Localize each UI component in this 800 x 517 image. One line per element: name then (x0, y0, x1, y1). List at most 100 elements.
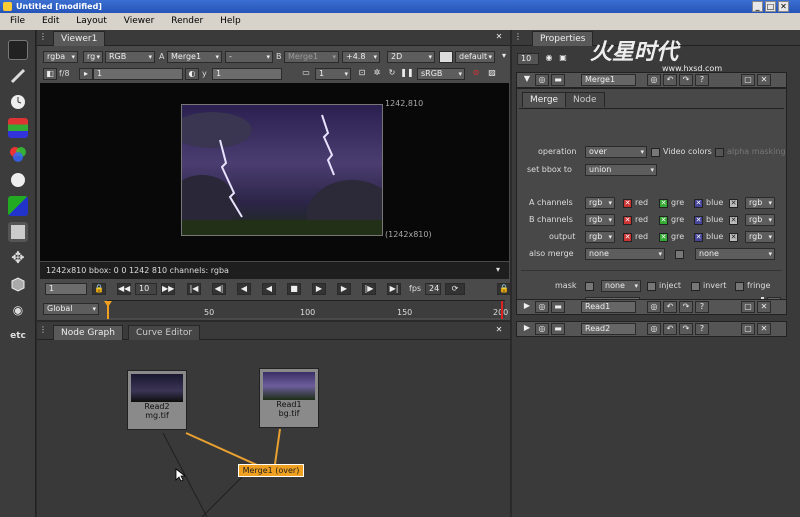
panel-close-icon[interactable]: ✕ (757, 323, 771, 335)
panel-float-icon[interactable]: ▢ (741, 74, 755, 86)
read1-panel-header[interactable]: ▶ ◎ ▬ Read1 ◎ ↶ ↷ ? ▢ ✕ (516, 299, 787, 315)
tab-merge[interactable]: Merge (522, 92, 567, 107)
out-red-checkbox[interactable]: ✕ (623, 233, 632, 242)
read2-name-field[interactable]: Read2 (581, 323, 636, 335)
panel-help-icon[interactable]: ? (695, 301, 709, 313)
invert-checkbox[interactable] (691, 282, 700, 291)
menu-edit[interactable]: Edit (42, 16, 59, 26)
menu-file[interactable]: File (10, 16, 25, 26)
range-end-marker[interactable] (501, 301, 503, 319)
panel-close-icon[interactable]: ✕ (757, 74, 771, 86)
expand-icon[interactable]: ▶ (520, 323, 534, 335)
node-color-icon[interactable]: ▬ (551, 323, 565, 335)
display-channel-dropdown[interactable]: RGB (105, 51, 155, 63)
color-bars-icon[interactable] (8, 118, 28, 138)
play-forward-icon[interactable]: ▶ (312, 283, 326, 295)
3d-cube-icon[interactable] (8, 274, 28, 294)
out-alpha-checkbox[interactable]: ✕ (729, 233, 738, 242)
wipe-icon[interactable]: ▨ (485, 68, 499, 80)
panel-close-icon[interactable]: ✕ (757, 301, 771, 313)
out-blue-checkbox[interactable]: ✕ (694, 233, 703, 242)
lock-icon[interactable]: 🔒 (92, 283, 106, 295)
fps-field[interactable]: 24 (425, 283, 441, 295)
alpha-masking-checkbox[interactable] (715, 148, 724, 157)
timeline-ruler[interactable]: 50 100 150 200 (104, 300, 508, 319)
menu-layout[interactable]: Layout (76, 16, 107, 26)
b-green-checkbox[interactable]: ✕ (659, 216, 668, 225)
panel-undo-icon[interactable]: ↶ (663, 74, 677, 86)
gain-dropdown[interactable]: +4.8 (342, 51, 380, 63)
views-icon[interactable]: ◉ (8, 300, 28, 320)
mask-dropdown[interactable]: none (601, 280, 641, 292)
tab-viewer1[interactable]: Viewer1 (53, 31, 106, 46)
keyer-icon[interactable] (8, 196, 28, 216)
loop-icon[interactable]: ⟳ (445, 283, 465, 295)
b-mask-dropdown[interactable]: rgb (745, 214, 775, 226)
tab-node[interactable]: Node (565, 92, 605, 107)
transform-icon[interactable]: ✥ (8, 248, 28, 268)
time-icon[interactable] (8, 92, 28, 112)
panel-float-icon[interactable]: ▢ (741, 301, 755, 313)
panel-undo-icon[interactable]: ↶ (663, 323, 677, 335)
panel-undo-icon[interactable]: ↶ (663, 301, 677, 313)
panel-help-icon[interactable]: ? (695, 323, 709, 335)
channels-dropdown[interactable]: rgba (43, 51, 78, 63)
nodegraph-canvas[interactable]: Read2 mg.tif Read1 bg.tif Merge1 (over) (37, 341, 510, 517)
out-green-checkbox[interactable]: ✕ (659, 233, 668, 242)
play-backward-icon[interactable]: ◀ (262, 283, 276, 295)
prev-frame-icon[interactable]: ◀ (237, 283, 251, 295)
output-dropdown[interactable]: rgb (585, 231, 615, 243)
panel-center-icon[interactable]: ◎ (647, 74, 661, 86)
a-alpha-checkbox[interactable]: ✕ (729, 199, 738, 208)
panel-grip-icon[interactable]: ⋮ (513, 32, 523, 43)
paint-icon[interactable] (8, 66, 28, 86)
a-red-checkbox[interactable]: ✕ (623, 199, 632, 208)
snapshot-icon[interactable]: ⊡ (355, 68, 369, 80)
tab-properties[interactable]: Properties (532, 31, 594, 46)
gamma-toggle-icon[interactable]: ◐ (185, 68, 199, 80)
exposure-toggle-icon[interactable]: ◧ (43, 68, 57, 80)
merge1-node[interactable]: Merge1 (over) (238, 464, 304, 477)
close-button[interactable]: ✕ (778, 1, 789, 12)
b-blue-checkbox[interactable]: ✕ (694, 216, 703, 225)
node-color-icon[interactable]: ▬ (551, 74, 565, 86)
panel-redo-icon[interactable]: ↷ (679, 301, 693, 313)
panel-redo-icon[interactable]: ↷ (679, 323, 693, 335)
node-color-icon[interactable]: ▬ (551, 301, 565, 313)
increment-field[interactable]: 10 (135, 283, 157, 295)
timeline-lock-icon[interactable]: 🔒 (497, 283, 511, 295)
step-back-increment-icon[interactable]: ◀◀ (117, 283, 131, 295)
pause-icon[interactable]: ❚❚ (400, 68, 414, 80)
roi-icon[interactable]: ✲ (370, 68, 384, 80)
out-mask-dropdown[interactable]: rgb (745, 231, 775, 243)
b-red-checkbox[interactable]: ✕ (623, 216, 632, 225)
read1-name-field[interactable]: Read1 (581, 301, 636, 313)
menu-help[interactable]: Help (220, 16, 241, 26)
a-blue-checkbox[interactable]: ✕ (694, 199, 703, 208)
view-mode-dropdown[interactable]: 2D (387, 51, 435, 63)
fringe-checkbox[interactable] (735, 282, 744, 291)
lock-panels-icon[interactable]: ▣ (556, 53, 570, 65)
menu-render[interactable]: Render (171, 16, 203, 26)
panel-redo-icon[interactable]: ↷ (679, 74, 693, 86)
viewer-canvas[interactable]: 1242,810 (1242x810) (40, 83, 509, 261)
colorspace-dropdown[interactable]: sRGB (417, 68, 465, 80)
color-wheel-icon[interactable] (8, 144, 28, 164)
frame-range-dropdown[interactable]: Global (43, 303, 99, 315)
maximize-button[interactable]: □ (765, 1, 776, 12)
prev-keyframe-icon[interactable]: ◀| (212, 283, 226, 295)
float-panel-icon[interactable]: ◎ (535, 74, 549, 86)
etc-icon[interactable]: etc (8, 326, 28, 346)
bbox-dropdown[interactable]: union (585, 164, 657, 176)
also-merge-dropdown-2[interactable]: none (695, 248, 775, 260)
read2-node[interactable]: Read2 mg.tif (127, 370, 187, 430)
also-merge-checkbox[interactable] (675, 250, 684, 259)
menu-viewer[interactable]: Viewer (124, 16, 155, 26)
video-colors-checkbox[interactable] (651, 148, 660, 157)
step-forward-increment-icon[interactable]: ▶▶ (161, 283, 175, 295)
panel-grip-icon[interactable]: ⋮ (38, 32, 48, 43)
a-input-dropdown[interactable]: Merge1 (167, 51, 222, 63)
gain-field[interactable]: 1 (93, 68, 183, 80)
node-name-field[interactable]: Merge1 (581, 74, 636, 86)
merge1-panel-header[interactable]: ▼ ◎ ▬ Merge1 ◎ ↶ ↷ ? ▢ ✕ (516, 72, 787, 88)
